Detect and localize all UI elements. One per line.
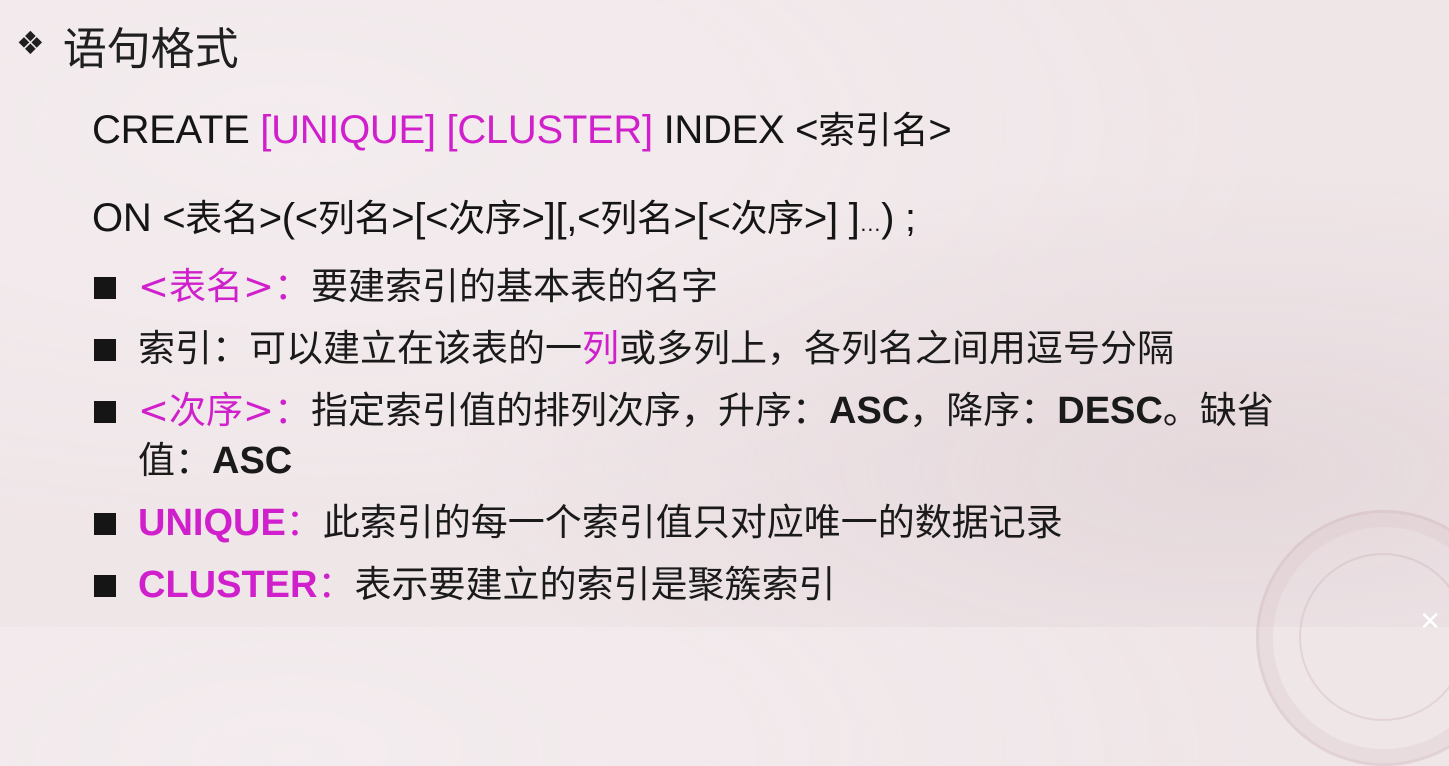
keyword-asc: ASC	[829, 390, 910, 432]
square-bullet-icon	[94, 277, 116, 299]
term-description: 指定索引值的排列次序，升序：	[311, 389, 830, 432]
term-colon: ：	[317, 563, 355, 606]
item-text-lead: 索引：可以建立在该表的一	[138, 327, 582, 370]
syntax-punct: >[<	[391, 196, 449, 240]
diamond-bullet-icon: ❖	[16, 24, 45, 62]
term-description: ，降序：	[909, 389, 1058, 432]
syntax-punct: >(<	[258, 196, 318, 240]
square-bullet-icon	[94, 575, 116, 597]
list-item: UNIQUE：此索引的每一个索引值只对应唯一的数据记录	[92, 498, 1449, 548]
placeholder-order: 次序	[730, 197, 804, 240]
section-heading-text: 语句格式	[62, 24, 239, 75]
slide: ❖ 语句格式 CREATE [UNIQUE] [CLUSTER] INDEX <…	[0, 0, 1449, 766]
placeholder-column-name: 列名	[317, 197, 392, 240]
term-order: <次序>	[138, 389, 275, 432]
placeholder-index-name: 索引名	[818, 109, 929, 152]
square-bullet-icon	[94, 401, 116, 423]
option-cluster: [CLUSTER]	[446, 108, 654, 152]
option-unique: [UNIQUE]	[260, 108, 436, 152]
close-icon[interactable]: ✕	[1419, 607, 1441, 637]
term-description: 。缺省	[1162, 389, 1274, 432]
syntax-punct: >] ]	[803, 196, 860, 240]
keyword-on: ON	[92, 196, 163, 240]
placeholder-table-name: 表名	[185, 197, 259, 240]
term-description: 表示要建立的索引是聚簇索引	[354, 563, 836, 606]
list-item: CLUSTER：表示要建立的索引是聚簇索引	[92, 560, 1449, 610]
angle-open: <	[795, 108, 819, 152]
list-item: <表名>：要建索引的基本表的名字	[92, 262, 1449, 312]
placeholder-column-name: 列名	[600, 197, 674, 240]
syntax-punct: ) ;	[881, 196, 916, 240]
square-bullet-icon	[94, 513, 116, 535]
angle-close: >	[928, 108, 952, 152]
term-description-continued: 值：	[138, 439, 212, 482]
section-heading: ❖ 语句格式	[16, 14, 239, 76]
syntax-punct: >[<	[673, 196, 731, 240]
keyword-asc-default: ASC	[212, 440, 293, 482]
term-table-name: <表名>	[138, 265, 275, 308]
seal-inner-ring	[1299, 553, 1449, 721]
term-colon: ：	[285, 501, 323, 544]
syntax-punct: >][,<	[521, 196, 601, 240]
keyword-desc: DESC	[1057, 390, 1163, 432]
keyword-create: CREATE	[92, 108, 261, 152]
term-cluster: CLUSTER	[138, 564, 318, 606]
item-text-rest: 或多列上，各列名之间用逗号分隔	[619, 327, 1174, 370]
keyword-index: INDEX	[652, 108, 796, 152]
placeholder-order: 次序	[448, 197, 522, 240]
term-description: 要建索引的基本表的名字	[311, 265, 719, 308]
syntax-punct: <	[162, 196, 186, 240]
explanation-list: <表名>：要建索引的基本表的名字 索引：可以建立在该表的一列或多列上，各列名之间…	[92, 262, 1449, 610]
list-item: 索引：可以建立在该表的一列或多列上，各列名之间用逗号分隔	[92, 324, 1449, 374]
syntax-ellipsis: …	[859, 211, 882, 236]
square-bullet-icon	[94, 339, 116, 361]
term-colon: ：	[274, 389, 312, 432]
syntax-line-create-index: CREATE [UNIQUE] [CLUSTER] INDEX <索引名>	[92, 100, 952, 154]
list-item: <次序>：指定索引值的排列次序，升序：ASC，降序：DESC。缺省 值：ASC	[92, 386, 1449, 486]
syntax-line-on-table: ON <表名>(<列名>[<次序>][,<列名>[<次序>] ]…) ;	[92, 188, 916, 242]
term-colon: ：	[274, 265, 312, 308]
term-description: 此索引的每一个索引值只对应唯一的数据记录	[322, 501, 1063, 544]
item-text-highlight: 列	[582, 327, 619, 370]
term-unique: UNIQUE	[138, 502, 286, 544]
